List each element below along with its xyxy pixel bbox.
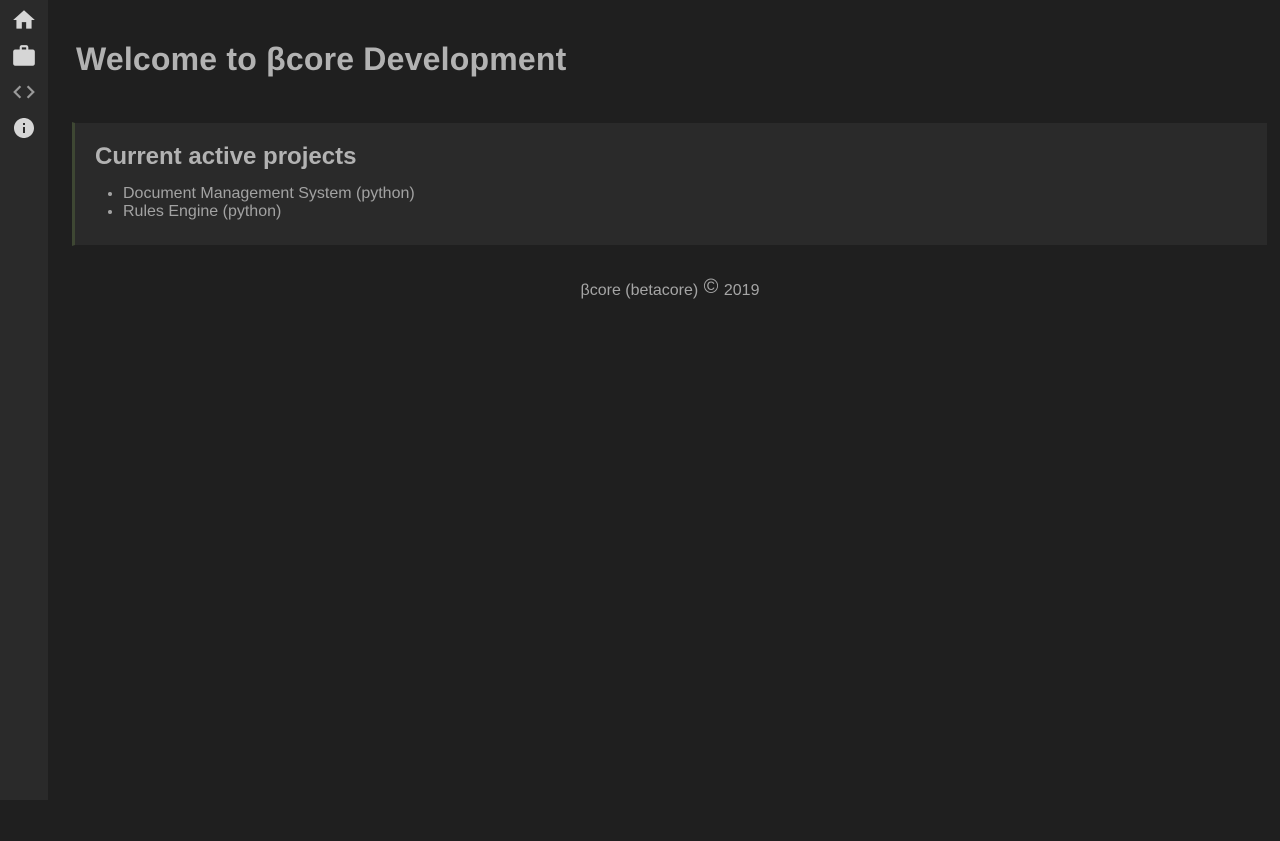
list-item: Rules Engine (python) xyxy=(123,203,1247,221)
code-icon xyxy=(11,79,37,105)
copyright-icon: © xyxy=(703,276,719,298)
sidebar xyxy=(0,0,48,800)
sidebar-item-info[interactable] xyxy=(12,116,36,140)
sidebar-item-code[interactable] xyxy=(12,80,36,104)
projects-card-title: Current active projects xyxy=(95,143,357,170)
info-icon xyxy=(12,116,36,140)
projects-list: Document Management System (python) Rule… xyxy=(95,185,1247,221)
projects-card: Current active projects Document Managem… xyxy=(72,122,1268,246)
sidebar-item-projects[interactable] xyxy=(12,44,36,68)
home-icon xyxy=(11,7,37,33)
briefcase-icon xyxy=(11,43,37,69)
list-item: Document Management System (python) xyxy=(123,185,1247,203)
footer-name: βcore (betacore) xyxy=(580,282,699,299)
footer: βcore (betacore) © 2019 xyxy=(72,276,1268,301)
sidebar-item-home[interactable] xyxy=(12,8,36,32)
page-title: Welcome to βcore Development xyxy=(76,41,567,77)
main-content: Welcome to βcore Development Current act… xyxy=(48,41,1280,301)
footer-year: 2019 xyxy=(723,282,760,299)
